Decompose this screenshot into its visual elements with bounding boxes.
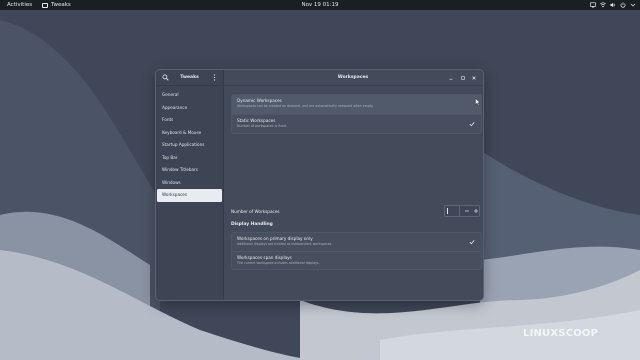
content-header: Workspaces bbox=[223, 70, 483, 86]
page-title: Workspaces bbox=[337, 75, 369, 80]
workspaces-spin-button[interactable] bbox=[444, 205, 480, 217]
sidebar-header: Tweaks bbox=[156, 70, 223, 86]
decrement-icon[interactable] bbox=[463, 206, 471, 216]
content-pane: Workspaces Dynamic Workspaces Workspaces… bbox=[223, 70, 483, 300]
static-workspaces-description: Number of workspaces is fixed. bbox=[237, 123, 287, 128]
number-of-workspaces-label: Number of Workspaces bbox=[231, 209, 280, 214]
power-icon bbox=[620, 2, 626, 8]
sidebar-item-general[interactable]: General bbox=[157, 89, 222, 102]
primary-display-only-description: Additional displays are treated as indep… bbox=[237, 241, 333, 246]
volume-icon bbox=[610, 2, 615, 8]
dynamic-workspaces-row[interactable]: Dynamic Workspaces Workspaces can be cre… bbox=[232, 95, 481, 114]
sidebar-item-appearance[interactable]: Appearance bbox=[157, 102, 222, 115]
sidebar-item-workspaces[interactable]: Workspaces bbox=[157, 189, 222, 202]
clock[interactable]: Nov 19 01:19 bbox=[0, 0, 640, 10]
display-handling-heading: Display Handling bbox=[231, 222, 273, 227]
display-handling-group: Workspaces on primary display only Addit… bbox=[231, 232, 482, 270]
close-icon[interactable] bbox=[471, 75, 477, 81]
network-icon bbox=[600, 2, 606, 8]
maximize-icon[interactable] bbox=[460, 75, 466, 81]
sidebar-item-startup-applications[interactable]: Startup Applications bbox=[157, 139, 222, 152]
workspace-mode-group: Dynamic Workspaces Workspaces can be cre… bbox=[231, 94, 482, 134]
more-menu-icon[interactable] bbox=[213, 74, 216, 81]
number-of-workspaces-row: Number of Workspaces bbox=[231, 205, 482, 218]
tweaks-window: Tweaks General Appearance Fonts Keyboard… bbox=[156, 70, 483, 300]
sidebar-item-top-bar[interactable]: Top Bar bbox=[157, 152, 222, 165]
mouse-pointer-icon bbox=[475, 98, 481, 106]
primary-display-only-row[interactable]: Workspaces on primary display only Addit… bbox=[232, 233, 481, 251]
checkmark-icon bbox=[469, 240, 475, 245]
increment-icon[interactable] bbox=[472, 206, 480, 216]
text-caret bbox=[447, 208, 448, 214]
screen-icon bbox=[590, 2, 596, 8]
sidebar-item-keyboard-mouse[interactable]: Keyboard & Mouse bbox=[157, 127, 222, 140]
sidebar-list: General Appearance Fonts Keyboard & Mous… bbox=[156, 86, 223, 202]
sidebar: Tweaks General Appearance Fonts Keyboard… bbox=[156, 70, 224, 300]
workspaces-count-input[interactable] bbox=[445, 206, 460, 216]
checkmark-icon bbox=[469, 122, 475, 127]
static-workspaces-row[interactable]: Static Workspaces Number of workspaces i… bbox=[232, 114, 481, 133]
sidebar-item-window-titlebars[interactable]: Window Titlebars bbox=[157, 164, 222, 177]
sidebar-item-windows[interactable]: Windows bbox=[157, 177, 222, 190]
system-tray[interactable] bbox=[590, 2, 636, 8]
minimize-icon[interactable] bbox=[448, 75, 454, 81]
span-displays-row[interactable]: Workspaces span displays The current wor… bbox=[232, 251, 481, 269]
span-displays-description: The current workspace includes additiona… bbox=[237, 260, 320, 265]
sidebar-item-fonts[interactable]: Fonts bbox=[157, 114, 222, 127]
top-bar: Activities Tweaks Nov 19 01:19 bbox=[0, 0, 640, 10]
watermark-logo: LINUXSCOOP bbox=[523, 328, 599, 339]
dynamic-workspaces-description: Workspaces can be created on demand, and… bbox=[237, 103, 374, 108]
chevron-down-icon bbox=[630, 3, 636, 7]
